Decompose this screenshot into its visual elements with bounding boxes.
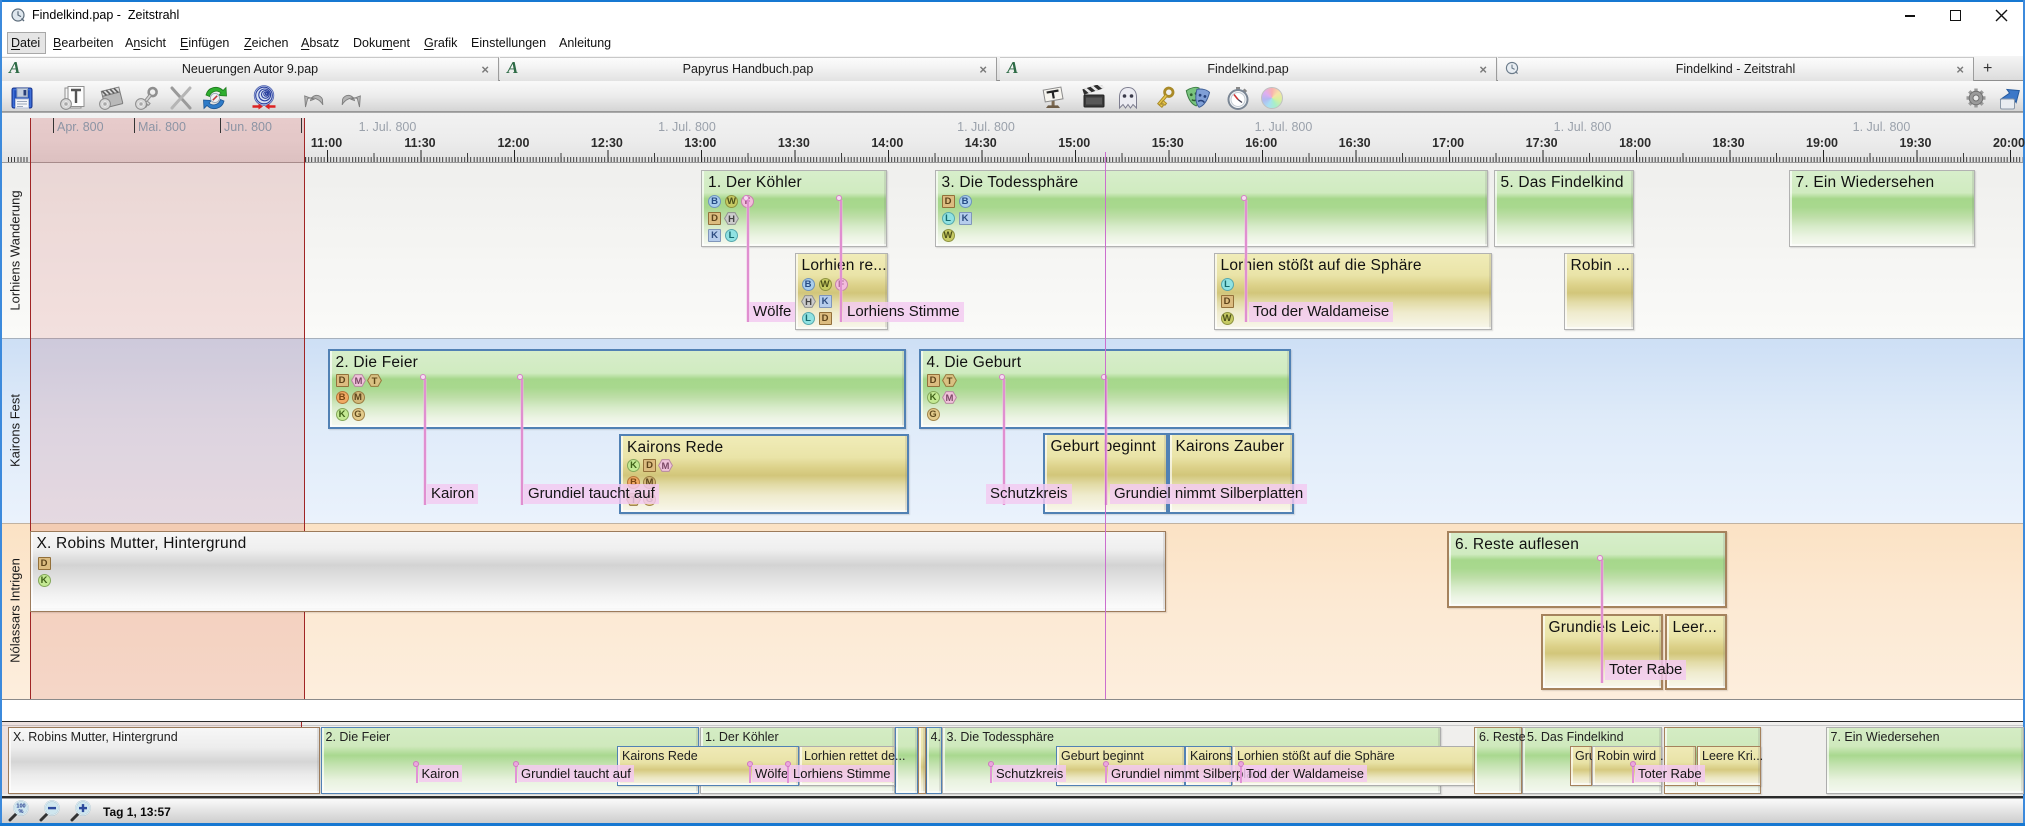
svg-text:M: M xyxy=(945,393,953,404)
svg-text:M: M xyxy=(354,376,362,387)
svg-text:T: T xyxy=(371,376,377,387)
svg-text:T: T xyxy=(946,376,952,387)
svg-text:%: % xyxy=(19,809,24,815)
svg-text:M: M xyxy=(662,461,670,472)
svg-text:H: H xyxy=(728,214,735,225)
svg-text:H: H xyxy=(805,297,812,308)
